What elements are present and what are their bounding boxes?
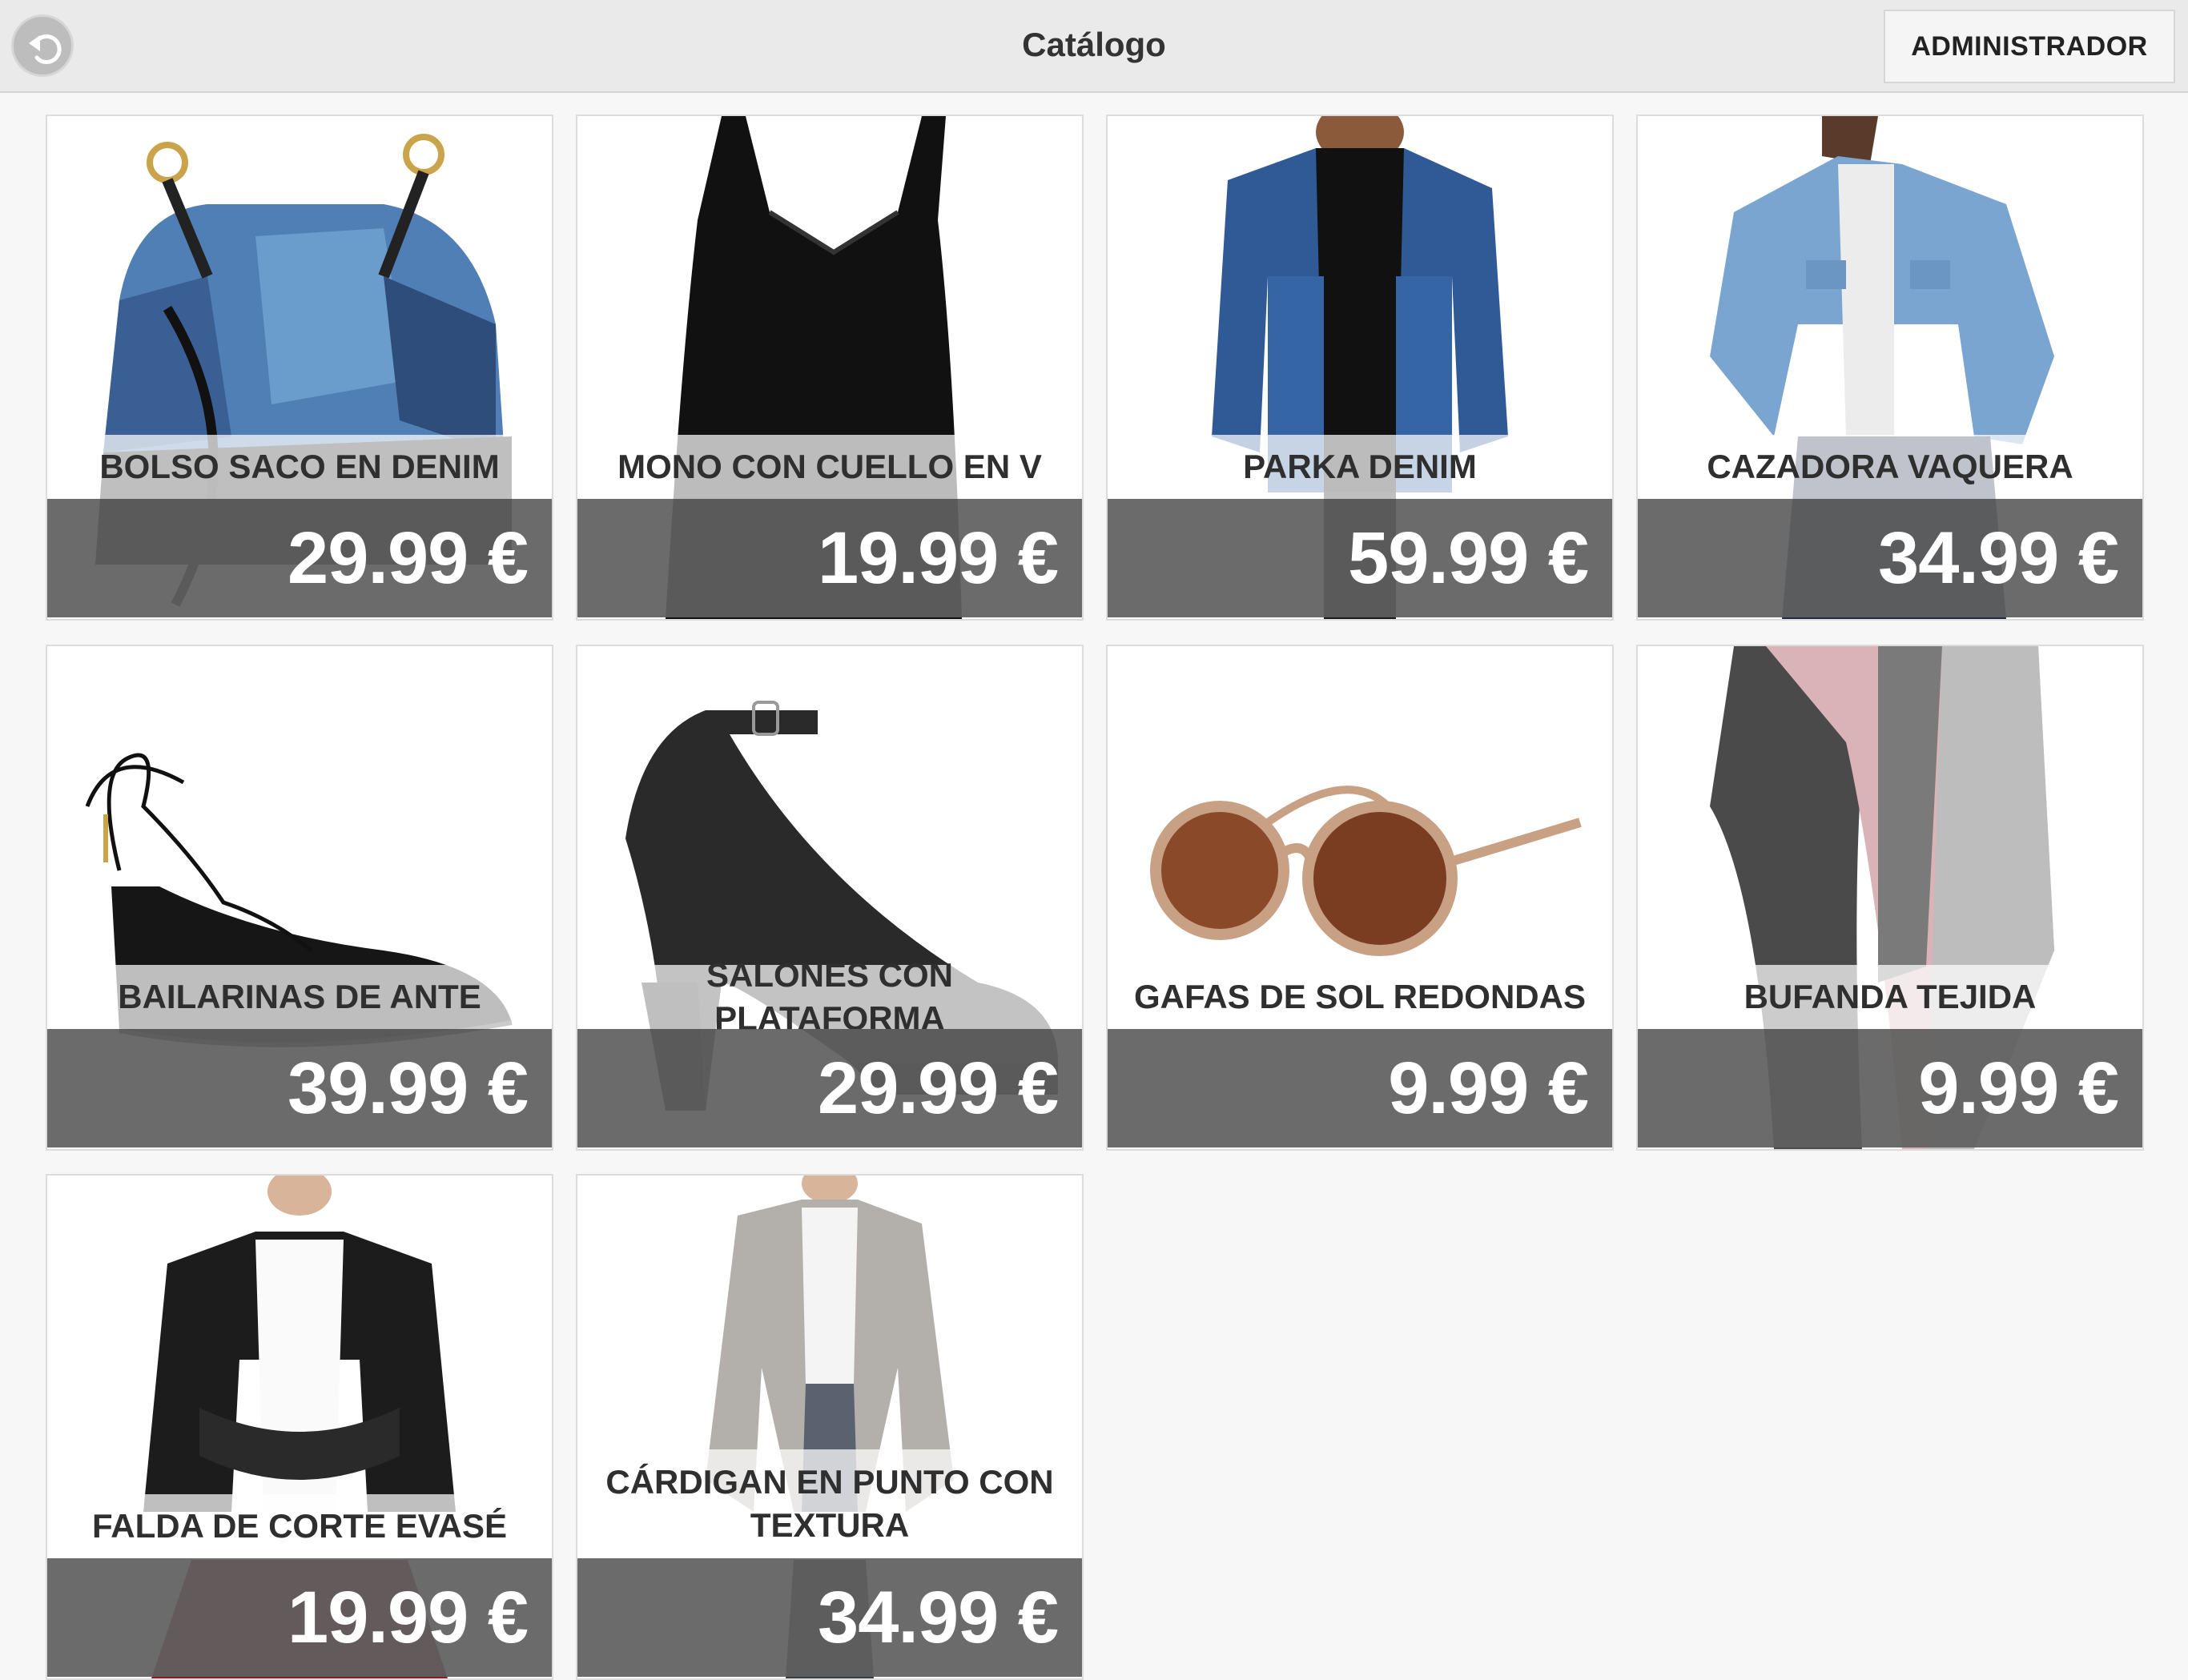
product-name: FALDA DE CORTE EVASÉ	[91, 1507, 508, 1545]
product-name-band: SALONES CON PLATAFORMA	[577, 956, 1082, 1037]
product-name-band: PARKA DENIM	[1108, 435, 1612, 499]
product-card-denim-parka[interactable]: PARKA DENIM 59.99 €	[1106, 115, 1614, 621]
price-band: 34.99 €	[577, 1558, 1082, 1677]
product-card-denim-bag[interactable]: BOLSO SACO EN DENIM 29.99 €	[46, 115, 553, 621]
price-band: 19.99 €	[47, 1558, 552, 1677]
product-price: 9.99 €	[1918, 1047, 2119, 1129]
product-name: PARKA DENIM	[1243, 448, 1477, 485]
product-name: CÁRDIGAN EN PUNTO CON TEXTURA	[605, 1463, 1054, 1544]
product-price: 29.99 €	[818, 1047, 1059, 1129]
price-band: 19.99 €	[577, 499, 1082, 617]
product-name: CAZADORA VAQUERA	[1707, 448, 2073, 485]
product-name: BAILARINAS DE ANTE	[118, 978, 481, 1015]
product-price: 9.99 €	[1388, 1047, 1589, 1129]
product-name: BUFANDA TEJIDA	[1744, 978, 2037, 1015]
price-band: 39.99 €	[47, 1029, 552, 1147]
admin-button[interactable]: ADMINISTRADOR	[1884, 10, 2175, 83]
product-card-denim-jacket[interactable]: CAZADORA VAQUERA 34.99 €	[1636, 115, 2144, 621]
price-band: 29.99 €	[577, 1029, 1082, 1147]
product-name-band: BOLSO SACO EN DENIM	[47, 435, 552, 499]
product-price: 59.99 €	[1348, 517, 1589, 599]
product-name-band: GAFAS DE SOL REDONDAS	[1108, 965, 1612, 1029]
product-name-band: FALDA DE CORTE EVASÉ	[47, 1494, 552, 1558]
price-band: 34.99 €	[1638, 499, 2142, 617]
product-name: SALONES CON PLATAFORMA	[706, 956, 954, 1037]
product-price: 34.99 €	[1878, 517, 2119, 599]
product-card-suede-flats[interactable]: BAILARINAS DE ANTE 39.99 €	[46, 645, 553, 1151]
product-name-band: MONO CON CUELLO EN V	[577, 435, 1082, 499]
product-card-textured-cardigan[interactable]: CÁRDIGAN EN PUNTO CON TEXTURA 34.99 €	[576, 1174, 1084, 1680]
product-price: 19.99 €	[818, 517, 1059, 599]
price-band: 59.99 €	[1108, 499, 1612, 617]
price-band: 9.99 €	[1638, 1029, 2142, 1147]
product-price: 19.99 €	[288, 1577, 529, 1658]
product-name: GAFAS DE SOL REDONDAS	[1134, 978, 1586, 1015]
product-price: 29.99 €	[288, 517, 529, 599]
product-card-v-neck-jumpsuit[interactable]: MONO CON CUELLO EN V 19.99 €	[576, 115, 1084, 621]
product-card-knit-scarf[interactable]: BUFANDA TEJIDA 9.99 €	[1636, 645, 2144, 1151]
product-name-band: CÁRDIGAN EN PUNTO CON TEXTURA	[577, 1449, 1082, 1558]
product-price: 39.99 €	[288, 1047, 529, 1129]
price-band: 29.99 €	[47, 499, 552, 617]
product-name: BOLSO SACO EN DENIM	[99, 448, 500, 485]
product-card-flared-skirt[interactable]: FALDA DE CORTE EVASÉ 19.99 €	[46, 1174, 553, 1680]
price-band: 9.99 €	[1108, 1029, 1612, 1147]
product-name-band: BAILARINAS DE ANTE	[47, 965, 552, 1029]
product-name: MONO CON CUELLO EN V	[617, 448, 1042, 485]
product-price: 34.99 €	[818, 1577, 1059, 1658]
product-name-band: BUFANDA TEJIDA	[1638, 965, 2142, 1029]
top-bar: Catálogo ADMINISTRADOR	[0, 0, 2188, 93]
page-title: Catálogo	[1022, 26, 1166, 63]
product-name-band: CAZADORA VAQUERA	[1638, 435, 2142, 499]
product-card-round-sunglasses[interactable]: GAFAS DE SOL REDONDAS 9.99 €	[1106, 645, 1614, 1151]
product-card-platform-pumps[interactable]: SALONES CON PLATAFORMA 29.99 €	[576, 645, 1084, 1151]
